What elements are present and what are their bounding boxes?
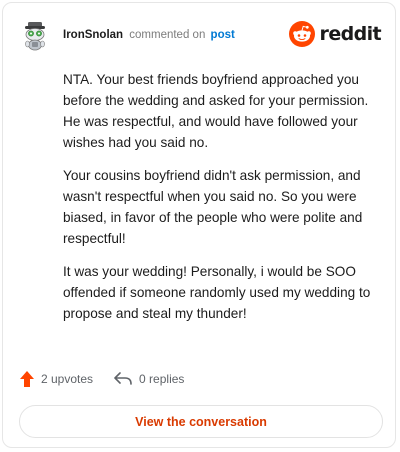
upvote-arrow-icon <box>20 371 34 387</box>
author-name[interactable]: IronSnolan <box>63 29 123 41</box>
reply-stat[interactable]: 0 replies <box>113 371 184 387</box>
post-link[interactable]: post <box>211 29 235 41</box>
comment-paragraph: Your cousins boyfriend didn't ask permis… <box>63 168 363 246</box>
comment-header: IronSnolan commented on post reddit <box>17 17 382 53</box>
comment-body: NTA. Your best friends boyfriend approac… <box>63 69 385 336</box>
reply-arrow-icon <box>114 372 132 385</box>
comment-paragraph: It was your wedding! Personally, i would… <box>63 264 371 321</box>
reply-count: 0 replies <box>139 372 185 386</box>
view-conversation-button[interactable]: View the conversation <box>19 405 383 438</box>
upvote-stat[interactable]: 2 upvotes <box>19 370 93 388</box>
snoo-avatar[interactable] <box>17 17 53 53</box>
comment-byline: IronSnolan commented on post <box>63 28 235 42</box>
reddit-logo[interactable]: reddit <box>288 19 382 49</box>
comment-card: IronSnolan commented on post reddit NTA.… <box>2 2 396 448</box>
comment-paragraph: NTA. Your best friends boyfriend approac… <box>63 72 369 150</box>
reddit-wordmark: reddit <box>319 23 382 45</box>
action-text: commented on <box>129 29 206 41</box>
reddit-logo-icon <box>288 21 315 47</box>
upvote-count: 2 upvotes <box>41 372 94 386</box>
comment-stats: 2 upvotes 0 replies <box>19 368 204 390</box>
